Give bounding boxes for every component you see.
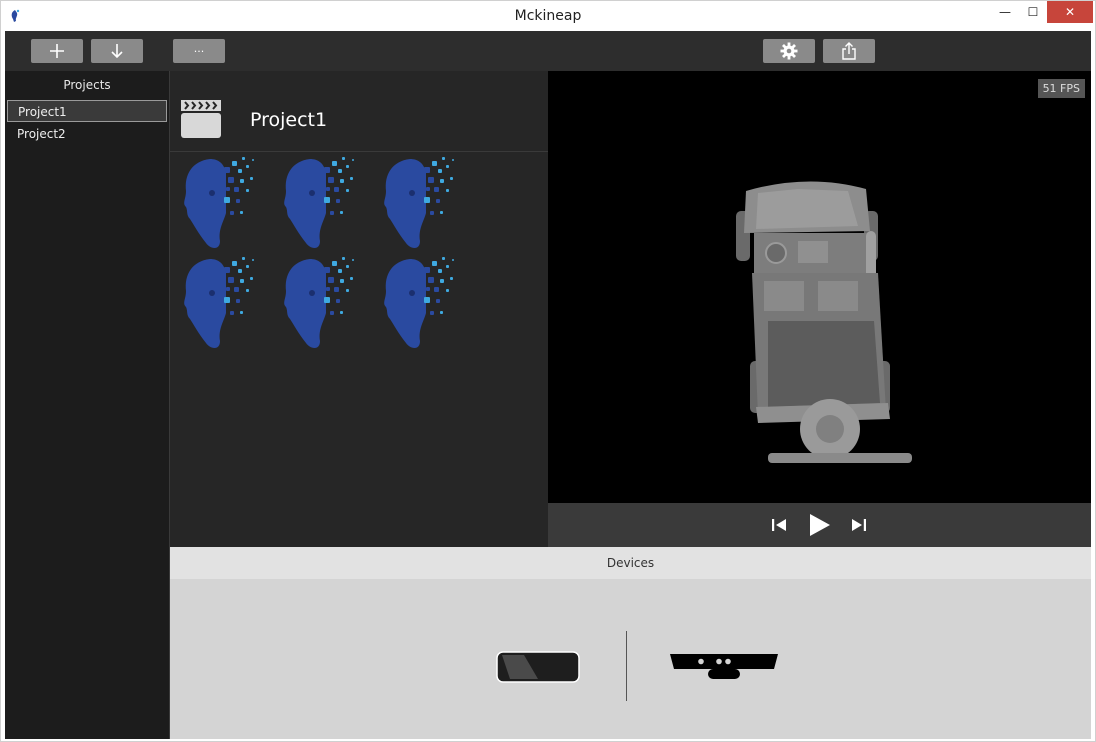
export-button[interactable] <box>823 39 875 63</box>
plus-icon <box>50 44 64 58</box>
kinect-icon <box>670 654 778 679</box>
more-button[interactable]: ··· <box>173 39 225 63</box>
skip-back-button[interactable] <box>764 513 794 537</box>
head-logo-icon <box>284 157 354 248</box>
main-area: Projects Project1 Project2 Project1 51 F… <box>5 71 1091 739</box>
arrow-down-icon <box>111 44 123 59</box>
title-bar: Mckineap — ☐ ✕ <box>1 1 1095 31</box>
playback-controls <box>548 503 1091 547</box>
close-button[interactable]: ✕ <box>1047 1 1093 23</box>
skip-back-icon <box>772 519 786 531</box>
toolbar: ··· <box>5 31 1091 71</box>
thumbnail-2[interactable] <box>280 153 360 251</box>
head-logo-icon <box>284 257 354 348</box>
thumbnail-3[interactable] <box>380 153 460 251</box>
thumbnail-1[interactable] <box>180 153 260 251</box>
device-leap-motion[interactable] <box>496 651 580 687</box>
head-logo-icon <box>184 257 254 348</box>
sidebar-item-project2[interactable]: Project2 <box>7 123 167 145</box>
3d-viewer[interactable]: 51 FPS <box>548 71 1091 547</box>
gear-icon <box>780 42 798 60</box>
devices-title: Devices <box>170 547 1091 579</box>
window-title: Mckineap <box>514 8 582 24</box>
head-logo-icon <box>384 257 454 348</box>
sidebar-title: Projects <box>63 78 111 92</box>
skip-forward-button[interactable] <box>844 513 874 537</box>
thumbnail-6[interactable] <box>380 253 460 351</box>
play-icon <box>810 514 830 536</box>
thumbnail-5[interactable] <box>280 253 360 351</box>
device-kinect[interactable] <box>668 651 780 685</box>
devices-panel: Devices <box>170 547 1091 739</box>
play-button[interactable] <box>804 513 834 537</box>
thumbnail-4[interactable] <box>180 253 260 351</box>
devices-divider <box>626 631 627 701</box>
maximize-button[interactable]: ☐ <box>1021 1 1045 23</box>
add-button[interactable] <box>31 39 83 63</box>
share-icon <box>842 42 856 60</box>
head-logo-icon <box>184 157 254 248</box>
fps-counter: 51 FPS <box>1037 79 1085 98</box>
projects-sidebar: Projects Project1 Project2 <box>5 71 170 739</box>
app-window: Mckineap — ☐ ✕ ··· Projects Project1 Pro… <box>0 0 1096 742</box>
skip-forward-icon <box>852 519 866 531</box>
settings-button[interactable] <box>763 39 815 63</box>
project-title: Project1 <box>250 109 328 131</box>
minimize-button[interactable]: — <box>995 1 1015 23</box>
project-header: Project1 <box>170 71 548 152</box>
import-button[interactable] <box>91 39 143 63</box>
clapperboard-icon <box>181 100 221 138</box>
head-logo-icon <box>384 157 454 248</box>
leap-motion-icon <box>496 651 580 683</box>
sidebar-item-project1[interactable]: Project1 <box>7 100 167 122</box>
project-pane: Project1 <box>170 71 548 547</box>
jeep-model <box>736 181 912 463</box>
